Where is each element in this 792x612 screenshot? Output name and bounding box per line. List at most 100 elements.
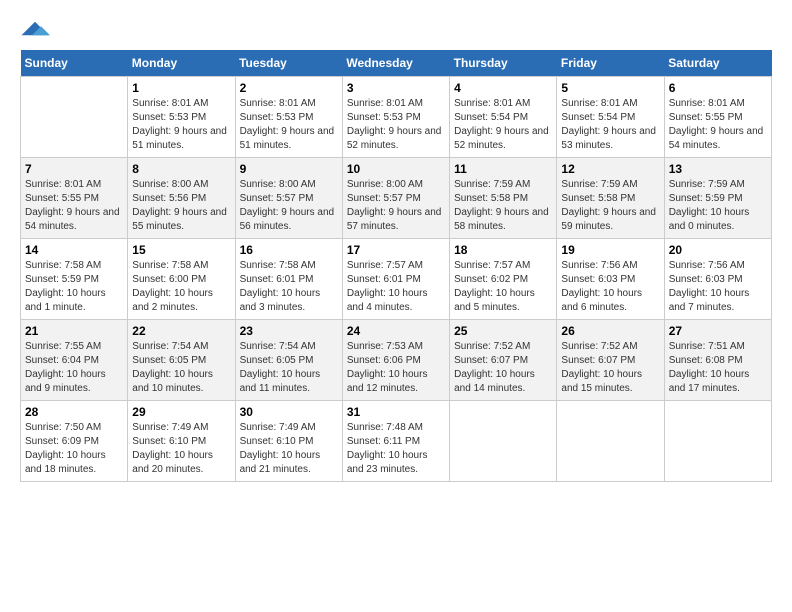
day-number: 10: [347, 162, 445, 176]
day-number: 11: [454, 162, 552, 176]
day-number: 30: [240, 405, 338, 419]
day-info: Sunrise: 7:57 AMSunset: 6:01 PMDaylight:…: [347, 259, 445, 315]
day-info: Sunrise: 7:52 AMSunset: 6:07 PMDaylight:…: [561, 340, 659, 396]
header-row: SundayMondayTuesdayWednesdayThursdayFrid…: [21, 50, 772, 77]
day-number: 29: [132, 405, 230, 419]
day-info: Sunrise: 7:49 AMSunset: 6:10 PMDaylight:…: [240, 421, 338, 477]
day-info: Sunrise: 7:51 AMSunset: 6:08 PMDaylight:…: [669, 340, 767, 396]
day-number: 2: [240, 81, 338, 95]
week-row-2: 7Sunrise: 8:01 AMSunset: 5:55 PMDaylight…: [21, 158, 772, 239]
day-cell: 24Sunrise: 7:53 AMSunset: 6:06 PMDayligh…: [342, 320, 449, 401]
day-number: 13: [669, 162, 767, 176]
day-cell: 7Sunrise: 8:01 AMSunset: 5:55 PMDaylight…: [21, 158, 128, 239]
day-info: Sunrise: 8:00 AMSunset: 5:57 PMDaylight:…: [240, 178, 338, 234]
day-info: Sunrise: 7:54 AMSunset: 6:05 PMDaylight:…: [132, 340, 230, 396]
week-row-1: 1Sunrise: 8:01 AMSunset: 5:53 PMDaylight…: [21, 77, 772, 158]
header: [20, 20, 772, 40]
day-info: Sunrise: 7:59 AMSunset: 5:58 PMDaylight:…: [561, 178, 659, 234]
day-number: 20: [669, 243, 767, 257]
day-info: Sunrise: 7:53 AMSunset: 6:06 PMDaylight:…: [347, 340, 445, 396]
column-header-tuesday: Tuesday: [235, 50, 342, 77]
day-cell: 15 Sunrise: 7:58 AMSunset: 6:00 PMDayligh…: [128, 239, 235, 320]
day-cell: 26Sunrise: 7:52 AMSunset: 6:07 PMDayligh…: [557, 320, 664, 401]
day-cell: 31 Sunrise: 7:48 AMSunset: 6:11 PMDayligh…: [342, 401, 449, 482]
day-cell: 12 Sunrise: 7:59 AMSunset: 5:58 PMDayligh…: [557, 158, 664, 239]
day-cell: 8Sunrise: 8:00 AMSunset: 5:56 PMDaylight…: [128, 158, 235, 239]
column-header-sunday: Sunday: [21, 50, 128, 77]
column-header-monday: Monday: [128, 50, 235, 77]
day-number: 19: [561, 243, 659, 257]
day-cell: 16 Sunrise: 7:58 AMSunset: 6:01 PMDayligh…: [235, 239, 342, 320]
day-cell: [450, 401, 557, 482]
day-number: 5: [561, 81, 659, 95]
day-cell: [557, 401, 664, 482]
day-cell: [664, 401, 771, 482]
day-number: 17: [347, 243, 445, 257]
day-cell: 3 Sunrise: 8:01 AMSunset: 5:53 PMDaylight…: [342, 77, 449, 158]
day-cell: 27 Sunrise: 7:51 AMSunset: 6:08 PMDayligh…: [664, 320, 771, 401]
day-info: Sunrise: 8:00 AMSunset: 5:57 PMDaylight:…: [347, 178, 445, 234]
day-number: 7: [25, 162, 123, 176]
calendar-table: SundayMondayTuesdayWednesdayThursdayFrid…: [20, 50, 772, 482]
day-info: Sunrise: 7:59 AMSunset: 5:59 PMDaylight:…: [669, 178, 767, 234]
day-cell: 14Sunrise: 7:58 AMSunset: 5:59 PMDayligh…: [21, 239, 128, 320]
day-cell: 22 Sunrise: 7:54 AMSunset: 6:05 PMDayligh…: [128, 320, 235, 401]
day-cell: 29 Sunrise: 7:49 AMSunset: 6:10 PMDayligh…: [128, 401, 235, 482]
day-cell: 1Sunrise: 8:01 AMSunset: 5:53 PMDaylight…: [128, 77, 235, 158]
day-cell: 2 Sunrise: 8:01 AMSunset: 5:53 PMDaylight…: [235, 77, 342, 158]
day-info: Sunrise: 7:48 AMSunset: 6:11 PMDaylight:…: [347, 421, 445, 477]
day-info: Sunrise: 7:58 AMSunset: 6:01 PMDaylight:…: [240, 259, 338, 315]
week-row-3: 14Sunrise: 7:58 AMSunset: 5:59 PMDayligh…: [21, 239, 772, 320]
day-cell: 9 Sunrise: 8:00 AMSunset: 5:57 PMDaylight…: [235, 158, 342, 239]
day-info: Sunrise: 8:01 AMSunset: 5:54 PMDaylight:…: [454, 97, 552, 153]
day-cell: 21 Sunrise: 7:55 AMSunset: 6:04 PMDayligh…: [21, 320, 128, 401]
day-number: 28: [25, 405, 123, 419]
day-number: 12: [561, 162, 659, 176]
day-cell: 6Sunrise: 8:01 AMSunset: 5:55 PMDaylight…: [664, 77, 771, 158]
day-cell: 18Sunrise: 7:57 AMSunset: 6:02 PMDayligh…: [450, 239, 557, 320]
logo-icon: [20, 20, 50, 40]
day-cell: 4 Sunrise: 8:01 AMSunset: 5:54 PMDaylight…: [450, 77, 557, 158]
day-number: 6: [669, 81, 767, 95]
day-cell: 17 Sunrise: 7:57 AMSunset: 6:01 PMDayligh…: [342, 239, 449, 320]
day-info: Sunrise: 8:01 AMSunset: 5:53 PMDaylight:…: [347, 97, 445, 153]
day-cell: 13 Sunrise: 7:59 AMSunset: 5:59 PMDayligh…: [664, 158, 771, 239]
day-info: Sunrise: 7:56 AMSunset: 6:03 PMDaylight:…: [561, 259, 659, 315]
day-number: 4: [454, 81, 552, 95]
day-cell: [21, 77, 128, 158]
day-cell: 5 Sunrise: 8:01 AMSunset: 5:54 PMDaylight…: [557, 77, 664, 158]
day-cell: 11Sunrise: 7:59 AMSunset: 5:58 PMDayligh…: [450, 158, 557, 239]
week-row-5: 28 Sunrise: 7:50 AMSunset: 6:09 PMDayligh…: [21, 401, 772, 482]
day-number: 27: [669, 324, 767, 338]
day-info: Sunrise: 8:01 AMSunset: 5:53 PMDaylight:…: [240, 97, 338, 153]
column-header-friday: Friday: [557, 50, 664, 77]
day-info: Sunrise: 8:00 AMSunset: 5:56 PMDaylight:…: [132, 178, 230, 234]
day-info: Sunrise: 7:52 AMSunset: 6:07 PMDaylight:…: [454, 340, 552, 396]
day-info: Sunrise: 7:58 AMSunset: 5:59 PMDaylight:…: [25, 259, 123, 315]
day-info: Sunrise: 7:55 AMSunset: 6:04 PMDaylight:…: [25, 340, 123, 396]
column-header-saturday: Saturday: [664, 50, 771, 77]
column-header-wednesday: Wednesday: [342, 50, 449, 77]
day-number: 22: [132, 324, 230, 338]
day-number: 21: [25, 324, 123, 338]
day-number: 15: [132, 243, 230, 257]
day-number: 23: [240, 324, 338, 338]
day-cell: 28 Sunrise: 7:50 AMSunset: 6:09 PMDayligh…: [21, 401, 128, 482]
day-cell: 20Sunrise: 7:56 AMSunset: 6:03 PMDayligh…: [664, 239, 771, 320]
week-row-4: 21 Sunrise: 7:55 AMSunset: 6:04 PMDayligh…: [21, 320, 772, 401]
day-cell: 19 Sunrise: 7:56 AMSunset: 6:03 PMDayligh…: [557, 239, 664, 320]
day-number: 9: [240, 162, 338, 176]
logo: [20, 20, 54, 40]
day-number: 18: [454, 243, 552, 257]
day-info: Sunrise: 7:58 AMSunset: 6:00 PMDaylight:…: [132, 259, 230, 315]
day-info: Sunrise: 7:50 AMSunset: 6:09 PMDaylight:…: [25, 421, 123, 477]
day-cell: 23 Sunrise: 7:54 AMSunset: 6:05 PMDayligh…: [235, 320, 342, 401]
day-info: Sunrise: 7:49 AMSunset: 6:10 PMDaylight:…: [132, 421, 230, 477]
day-info: Sunrise: 7:54 AMSunset: 6:05 PMDaylight:…: [240, 340, 338, 396]
day-info: Sunrise: 8:01 AMSunset: 5:54 PMDaylight:…: [561, 97, 659, 153]
day-cell: 10 Sunrise: 8:00 AMSunset: 5:57 PMDayligh…: [342, 158, 449, 239]
day-number: 16: [240, 243, 338, 257]
day-info: Sunrise: 8:01 AMSunset: 5:53 PMDaylight:…: [132, 97, 230, 153]
day-number: 3: [347, 81, 445, 95]
day-number: 31: [347, 405, 445, 419]
